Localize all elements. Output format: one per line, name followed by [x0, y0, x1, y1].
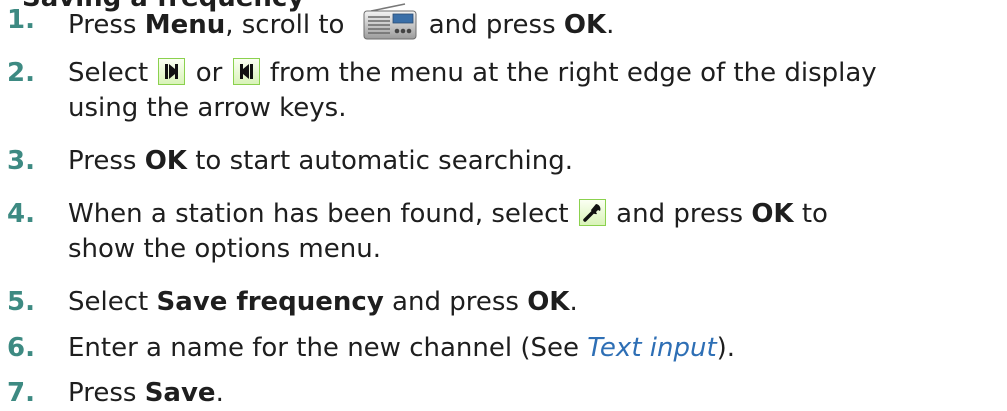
step-text: Select Save frequency and press OK.: [68, 287, 578, 317]
seek-forward-icon: [158, 58, 186, 85]
text-input-link[interactable]: Text input: [587, 333, 716, 363]
wrench-icon: [578, 199, 606, 226]
step-number: 5.: [7, 287, 35, 317]
step-text: Enter a name for the new channel (See Te…: [68, 333, 736, 363]
ok-key-label: OK: [563, 10, 607, 40]
step-number: 3.: [7, 146, 35, 176]
seek-back-icon: [232, 58, 260, 85]
step-text: Press OK to start automatic searching.: [68, 146, 573, 176]
step-text: Press Menu, scroll to and press OK.: [68, 3, 614, 43]
ok-key-label: OK: [751, 199, 794, 229]
save-key-label: Save: [144, 378, 216, 408]
radio-icon: [361, 3, 419, 41]
step-text: Select or from the menu at the right edg…: [68, 58, 877, 123]
step-number: 2.: [7, 58, 35, 88]
step-text: When a station has been found, select an…: [68, 199, 828, 264]
menu-key-label: Menu: [144, 10, 226, 40]
ok-key-label: OK: [144, 146, 187, 176]
step-number: 1.: [7, 5, 35, 35]
step-number: 4.: [7, 199, 35, 229]
step-number: 6.: [7, 333, 35, 363]
save-frequency-label: Save frequency: [156, 287, 384, 317]
ok-key-label: OK: [527, 287, 570, 317]
